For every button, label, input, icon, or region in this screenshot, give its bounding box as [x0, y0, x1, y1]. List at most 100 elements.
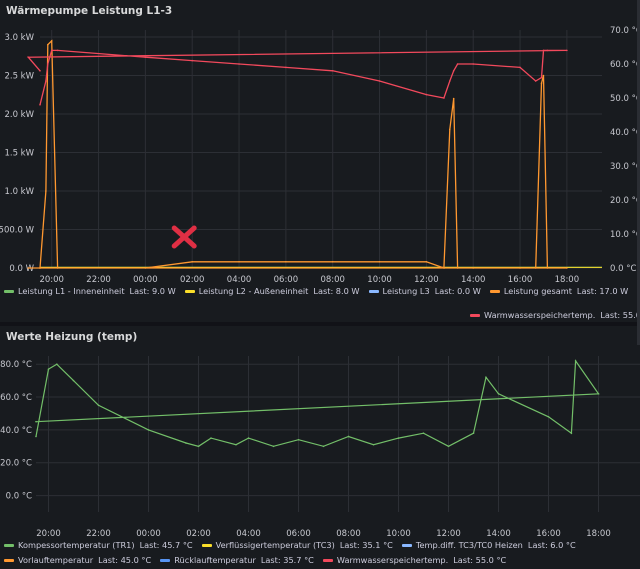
data-point — [443, 97, 445, 99]
legend-label: Leistung L1 - Inneneinheit — [18, 286, 125, 296]
data-point — [45, 80, 47, 82]
legend-last-value: Last: 6.0 °C — [527, 540, 576, 550]
data-point — [372, 443, 375, 446]
data-point — [456, 63, 459, 65]
power-chart[interactable]: 3.0 kW 2.5 kW 2.0 kW 1.5 kW 1.0 kW 500.0 W 0.0… — [0, 0, 640, 322]
x-tick-label: 08:00 — [336, 529, 361, 539]
y-tick-label: 60.0 °C — [0, 393, 32, 403]
legend-last-value: Last: 17.0 W — [576, 286, 629, 296]
data-point — [347, 435, 350, 438]
x-tick-label: 22:00 — [86, 529, 111, 539]
data-point — [39, 267, 41, 269]
legend-row: Leistung L1 - Inneneinheit Last: 9.0 W Lei… — [4, 286, 637, 296]
data-point — [47, 43, 49, 46]
legend-item[interactable]: Kompessortemperatur (TR1) Last: 45.7 °C — [4, 540, 193, 550]
legend-last-value: Last: 35.1 °C — [339, 540, 393, 550]
legend-swatch — [368, 289, 379, 293]
data-point — [27, 56, 30, 58]
data-point — [519, 267, 521, 269]
data-point — [542, 49, 545, 52]
y-tick-label: 2.0 kW — [4, 110, 34, 120]
legend-label: Temp.diff. TC3/TC0 Heizen — [415, 540, 523, 550]
data-point — [546, 49, 549, 52]
data-point — [285, 66, 287, 69]
data-point — [191, 261, 194, 263]
temperature-panel: Werte Heizung (temp) 80.0 °C 60.0 °C 40.0 … — [0, 326, 640, 569]
legend-item[interactable]: Verflüssigertemperatur (TC3) Last: 35.1 °… — [201, 540, 393, 550]
legend-item[interactable]: Leistung L3 Last: 0.0 W — [368, 286, 481, 296]
data-point — [425, 261, 428, 263]
data-point — [540, 82, 543, 84]
data-point — [72, 379, 75, 382]
legend-item[interactable]: Leistung L2 - Außeneinheit Last: 8.0 W — [184, 286, 360, 296]
power-panel: Wärmepumpe Leistung L1-3 3.0 kW 2.5 kW 2.0… — [0, 0, 640, 322]
data-point — [45, 190, 47, 192]
data-point — [39, 70, 41, 72]
y2-tick-label: 20.0 °C — [610, 196, 640, 206]
legend-label: Leistung L3 — [382, 286, 430, 296]
data-point — [35, 435, 37, 438]
data-point — [56, 267, 59, 269]
data-point — [378, 261, 381, 263]
data-point — [50, 40, 53, 42]
data-point — [191, 59, 194, 62]
legend-item[interactable]: Temp.diff. TC3/TC0 Heizen Last: 6.0 °C — [401, 540, 576, 550]
data-point — [185, 442, 187, 444]
data-point — [597, 392, 600, 395]
data-point — [378, 80, 381, 82]
legend-item[interactable]: Vorlauftemperatur Last: 45.0 °C — [4, 555, 151, 565]
legend-item[interactable]: Rücklauftemperatur Last: 35.7 °C — [160, 555, 314, 565]
x-tick-label: 02:00 — [186, 529, 211, 539]
data-point — [566, 49, 568, 52]
x-tick-label: 06:00 — [274, 275, 299, 285]
y-tick-label: 500.0 W — [0, 226, 35, 236]
data-point — [331, 261, 334, 263]
temperature-chart[interactable]: 80.0 °C 60.0 °C 40.0 °C 20.0 °C 0.0 °C 20:00 2… — [0, 326, 640, 569]
x-tick-label: 16:00 — [508, 275, 533, 285]
x-tick-label: 18:00 — [555, 275, 580, 285]
data-point — [519, 66, 521, 69]
legend-label: Warmwasserspeichertemp. — [484, 310, 596, 320]
data-point — [547, 415, 550, 418]
legend-item[interactable]: Warmwasserspeichertemp. Last: 55.0 °C — [470, 310, 640, 320]
data-point — [443, 267, 445, 269]
data-point — [452, 97, 455, 100]
y-tick-label: 20.0 °C — [0, 459, 32, 469]
x-tick-label: 06:00 — [286, 529, 311, 539]
data-point — [144, 267, 147, 269]
y2-tick-label: 30.0 °C — [610, 162, 640, 172]
data-point — [448, 80, 451, 82]
x-tick-label: 16:00 — [536, 529, 561, 539]
legend-label: Kompessortemperatur (TR1) — [18, 540, 135, 550]
data-point — [210, 437, 212, 439]
data-point — [485, 376, 487, 379]
legend-item[interactable]: Warmwasserspeichertemp. Last: 55.0 °C — [322, 555, 507, 565]
data-point — [472, 432, 475, 434]
x-tick-label: 12:00 — [436, 529, 461, 539]
legend-last-value: Last: 45.0 °C — [98, 555, 152, 565]
data-point — [247, 437, 250, 439]
y2-tick-label: 50.0 °C — [610, 94, 640, 104]
legend-item[interactable]: Leistung L1 - Inneneinheit Last: 9.0 W — [4, 286, 176, 296]
data-point — [534, 267, 537, 269]
legend-last-value: Last: 55.0 °C — [453, 555, 507, 565]
y-tick-label: 3.0 kW — [4, 33, 34, 43]
x-tick-label: 20:00 — [36, 529, 61, 539]
x-tick-label: 10:00 — [386, 529, 411, 539]
legend-swatch — [470, 313, 480, 317]
legend-last-value: Last: 45.7 °C — [139, 540, 193, 550]
y2-tick-label: 70.0 °C — [610, 26, 640, 36]
legend-swatch — [201, 543, 212, 547]
legend-swatch — [4, 543, 14, 547]
x-tick-label: 00:00 — [136, 529, 161, 539]
x-tick-label: 00:00 — [133, 275, 158, 285]
y2-tick-label: 10.0 °C — [610, 230, 640, 240]
data-point — [574, 360, 577, 362]
data-point — [147, 429, 150, 431]
data-point — [197, 445, 200, 448]
x-tick-label: 12:00 — [414, 275, 439, 285]
legend-item[interactable]: Leistung gesamt Last: 17.0 W — [489, 286, 629, 296]
data-point — [50, 49, 53, 52]
legend-row: Warmwasserspeichertemp. Last: 55.0 °C — [470, 310, 640, 320]
data-point — [534, 80, 537, 82]
